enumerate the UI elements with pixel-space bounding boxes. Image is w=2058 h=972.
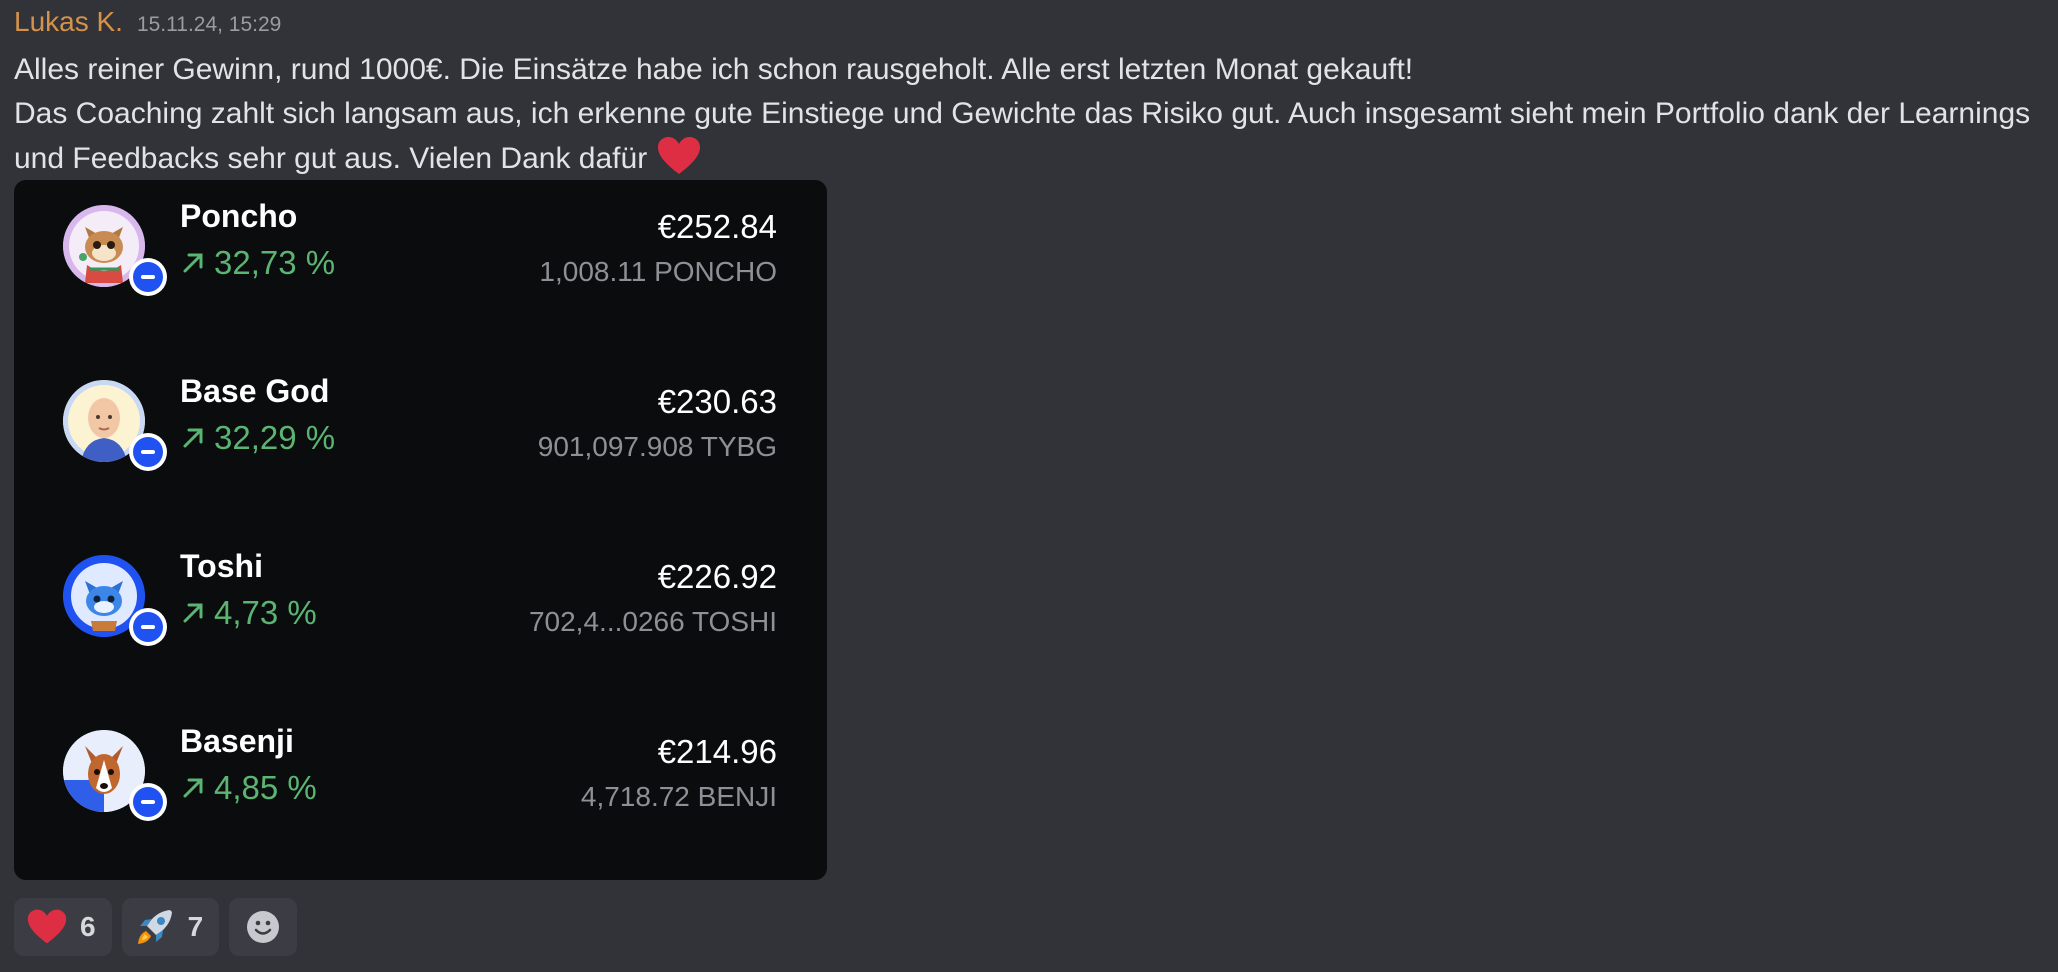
token-row-toshi[interactable]: Toshi 4,73 % €226.92 702,4...0266 TOSHI: [14, 530, 827, 705]
reaction-count: 7: [187, 911, 204, 942]
arrow-up-right-icon: [183, 603, 203, 623]
token-change-value: 4,73 %: [214, 594, 317, 631]
rocket-emoji-icon: [137, 910, 172, 944]
token-value: €226.92: [657, 558, 777, 595]
token-value: €252.84: [657, 208, 777, 245]
token-change: 32,73 %: [180, 244, 335, 282]
token-amount: 4,718.72 BENJI: [580, 781, 777, 812]
reaction-count: 6: [80, 911, 96, 942]
message-text: Alles reiner Gewinn, rund 1000€. Die Ein…: [14, 48, 2054, 181]
message-line-3: und Feedbacks sehr gut aus. Vielen Dank …: [14, 136, 2054, 181]
token-row-base-god[interactable]: Base God 32,29 % €230.63 901,097.908 TYB…: [14, 355, 827, 530]
portfolio-card: Poncho 32,73 % €252.84 1,008.11 PONCHO B…: [14, 180, 827, 880]
token-amount: 702,4...0266 TOSHI: [528, 606, 777, 637]
token-change-value: 4,85 %: [214, 769, 317, 806]
base-chain-icon: [129, 783, 167, 821]
token-value: €230.63: [657, 383, 777, 420]
token-name: Toshi: [180, 548, 263, 584]
token-change: 32,29 %: [180, 419, 335, 457]
message-timestamp: 15.11.24, 15:29: [136, 13, 282, 36]
heart-emoji-icon: [27, 909, 67, 944]
token-row-poncho[interactable]: Poncho 32,73 % €252.84 1,008.11 PONCHO: [14, 180, 827, 355]
message-line-2: Das Coaching zahlt sich langsam aus, ich…: [14, 97, 2031, 130]
token-name: Poncho: [180, 198, 298, 234]
heart-emoji-icon: [656, 136, 702, 176]
token-name: Basenji: [180, 723, 294, 759]
reaction-heart[interactable]: 6: [14, 898, 112, 956]
reaction-rocket[interactable]: 7: [121, 898, 220, 956]
message-header: Lukas K. 15.11.24, 15:29: [14, 6, 281, 38]
base-chain-icon: [129, 258, 167, 296]
message-line-3-text: und Feedbacks sehr gut aus. Vielen Dank …: [14, 142, 648, 175]
token-amount: 1,008.11 PONCHO: [539, 256, 777, 287]
arrow-up-right-icon: [183, 253, 203, 273]
add-reaction-button[interactable]: [229, 898, 298, 956]
smiley-add-icon: [247, 911, 280, 943]
arrow-up-right-icon: [183, 778, 203, 798]
base-chain-icon: [129, 608, 167, 646]
token-amount: 901,097.908 TYBG: [537, 431, 777, 462]
token-name: Base God: [180, 373, 330, 409]
token-change-value: 32,29 %: [214, 419, 336, 456]
token-row-basenji[interactable]: Basenji 4,85 % €214.96 4,718.72 BENJI: [14, 705, 827, 880]
message-line-1: Alles reiner Gewinn, rund 1000€. Die Ein…: [14, 53, 1414, 86]
base-chain-icon: [129, 433, 167, 471]
token-value: €214.96: [657, 733, 777, 770]
author-name[interactable]: Lukas K.: [14, 6, 123, 38]
token-change: 4,85 %: [180, 769, 317, 807]
arrow-up-right-icon: [183, 428, 203, 448]
reaction-bar: 6 7: [14, 898, 298, 956]
token-change: 4,73 %: [180, 594, 317, 632]
token-change-value: 32,73 %: [214, 244, 336, 281]
